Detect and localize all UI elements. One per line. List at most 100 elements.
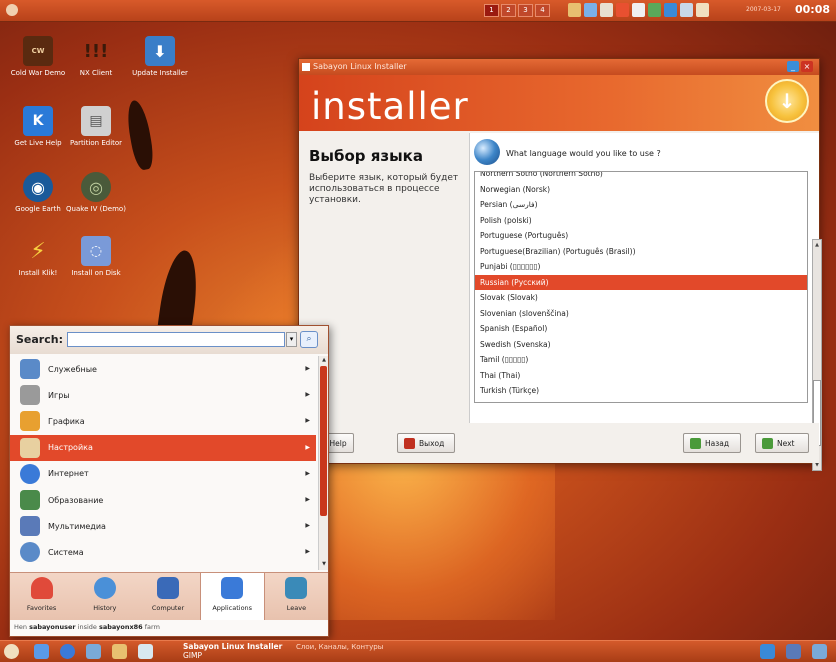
language-item[interactable]: Punjabi (▯▯▯▯▯▯) bbox=[475, 259, 807, 275]
tab-computer[interactable]: Computer bbox=[136, 573, 199, 620]
language-item[interactable]: Thai (Thai) bbox=[475, 368, 807, 384]
workspace-switcher: 1 2 3 4 bbox=[484, 4, 550, 17]
language-item[interactable]: Norwegian (Norsk) bbox=[475, 182, 807, 198]
language-item[interactable]: Persian (فارسی) bbox=[475, 197, 807, 213]
desktop-icon-cold-war[interactable]: CW Cold War Demo bbox=[8, 36, 68, 78]
menu-scroll-thumb[interactable] bbox=[320, 366, 327, 516]
menu-item-utilities[interactable]: Служебные ▶ bbox=[10, 356, 316, 382]
workspace-4[interactable]: 4 bbox=[535, 4, 550, 17]
menu-tab-bar: Favorites History Computer Applications … bbox=[10, 572, 328, 620]
tab-history[interactable]: History bbox=[73, 573, 136, 620]
desktop-icon-update-installer[interactable]: ⬇ Update Installer bbox=[130, 36, 190, 78]
wallpaper-leaf bbox=[124, 98, 156, 172]
browser-icon[interactable] bbox=[60, 644, 75, 659]
games-icon bbox=[20, 385, 40, 406]
exit-button[interactable]: Выход bbox=[397, 433, 455, 453]
tray-trash-icon[interactable] bbox=[812, 644, 827, 659]
multimedia-icon bbox=[20, 516, 40, 537]
desktop-icon-google-earth[interactable]: ◉ Google Earth bbox=[8, 172, 68, 214]
tray-kde-icon[interactable] bbox=[760, 644, 775, 659]
window-menu-icon[interactable] bbox=[302, 63, 310, 71]
package-icon[interactable] bbox=[112, 644, 127, 659]
tray-messenger-icon[interactable] bbox=[664, 3, 677, 17]
tray-audio-icon[interactable] bbox=[600, 3, 613, 17]
desktop-icon-install-klik[interactable]: ⚡ Install Klik! bbox=[8, 236, 68, 278]
language-item[interactable]: Northern Sotho (Northern Sotho) bbox=[475, 172, 807, 182]
tray-app-icon[interactable] bbox=[568, 3, 581, 17]
tray-keyboard-icon[interactable] bbox=[680, 3, 693, 17]
language-item[interactable]: Slovenian (slovenščina) bbox=[475, 306, 807, 322]
step-description: Выберите язык, который будет использоват… bbox=[309, 173, 459, 205]
google-earth-icon: ◉ bbox=[23, 172, 53, 202]
workspace-1[interactable]: 1 bbox=[484, 4, 499, 17]
back-button[interactable]: Назад bbox=[683, 433, 741, 453]
graphics-icon bbox=[20, 411, 40, 432]
language-list[interactable]: Northern Sotho (Northern Sotho) Norwegia… bbox=[474, 171, 808, 403]
workspace-2[interactable]: 2 bbox=[501, 4, 516, 17]
menu-item-system[interactable]: Система ▶ bbox=[10, 539, 316, 565]
language-item[interactable]: Swedish (Svenska) bbox=[475, 337, 807, 353]
menu-search-bar: Search: ▾ ⌕ bbox=[10, 326, 328, 354]
submenu-arrow-icon: ▶ bbox=[305, 522, 310, 530]
menu-item-graphics[interactable]: Графика ▶ bbox=[10, 408, 316, 434]
tray-device-icon[interactable] bbox=[648, 3, 661, 17]
taskbar-task-installer[interactable]: Sabayon Linux Installer GIMP bbox=[183, 642, 282, 660]
search-history-dropdown[interactable]: ▾ bbox=[286, 332, 297, 347]
clock-time[interactable]: 00:08 bbox=[795, 3, 830, 16]
menu-item-internet[interactable]: Интернет ▶ bbox=[10, 461, 316, 487]
tray-clipboard-icon[interactable] bbox=[632, 3, 645, 17]
language-item[interactable]: Slovak (Slovak) bbox=[475, 290, 807, 306]
taskbar-task-gimp-layers[interactable]: Слои, Каналы, Контуры bbox=[296, 643, 383, 651]
computer-icon bbox=[157, 577, 179, 599]
desktop-icon-nx-client[interactable]: !!! NX Client bbox=[66, 36, 126, 78]
desktop-icon-live-help[interactable]: K Get Live Help bbox=[8, 106, 68, 148]
start-menu-icon[interactable] bbox=[4, 644, 19, 659]
language-item[interactable]: Spanish (Español) bbox=[475, 321, 807, 337]
submenu-arrow-icon: ▶ bbox=[305, 443, 310, 451]
workspace-3[interactable]: 3 bbox=[518, 4, 533, 17]
search-icon[interactable]: ⌕ bbox=[300, 331, 318, 348]
language-item[interactable]: Portuguese (Português) bbox=[475, 228, 807, 244]
language-item[interactable]: Turkish (Türkçe) bbox=[475, 383, 807, 399]
language-pane: What language would you like to use ? No… bbox=[469, 133, 822, 471]
menu-item-education[interactable]: Образование ▶ bbox=[10, 487, 316, 513]
settings-icon bbox=[20, 437, 40, 458]
close-button[interactable]: × bbox=[801, 61, 813, 72]
utilities-icon bbox=[20, 359, 40, 380]
tray-save-icon[interactable] bbox=[786, 644, 801, 659]
tray-update-icon[interactable] bbox=[616, 3, 629, 17]
language-item[interactable]: Tamil (▯▯▯▯▯) bbox=[475, 352, 807, 368]
tab-applications[interactable]: Applications bbox=[199, 573, 265, 620]
sabayon-logo-icon[interactable] bbox=[6, 4, 18, 16]
show-desktop-icon[interactable] bbox=[34, 644, 49, 659]
scroll-down-arrow-icon[interactable]: ▼ bbox=[320, 561, 328, 569]
menu-scrollbar[interactable]: ▲ ▼ bbox=[318, 356, 328, 570]
window-titlebar[interactable]: Sabayon Linux Installer _ × bbox=[299, 59, 819, 75]
minimize-button[interactable]: _ bbox=[787, 61, 799, 72]
language-item-selected[interactable]: Russian (Русский) bbox=[475, 274, 807, 290]
language-item[interactable]: Polish (polski) bbox=[475, 213, 807, 229]
tray-network-icon[interactable] bbox=[584, 3, 597, 17]
media-icon[interactable] bbox=[138, 644, 153, 659]
scroll-up-arrow-icon[interactable]: ▲ bbox=[320, 357, 328, 365]
menu-item-settings[interactable]: Настройка ▶ bbox=[10, 434, 316, 461]
menu-category-list: Служебные ▶ Игры ▶ Графика ▶ Настройка ▶… bbox=[10, 356, 316, 566]
desktop-icon-partition-editor[interactable]: ▤ Partition Editor bbox=[66, 106, 126, 148]
nx-client-icon: !!! bbox=[83, 40, 109, 62]
applications-icon bbox=[221, 577, 244, 599]
terminal-icon[interactable] bbox=[86, 644, 101, 659]
desktop-icon-install-disk[interactable]: ◌ Install on Disk bbox=[66, 236, 126, 278]
application-menu: Search: ▾ ⌕ Служебные ▶ Игры ▶ Графика ▶… bbox=[9, 325, 329, 637]
menu-item-games[interactable]: Игры ▶ bbox=[10, 382, 316, 408]
tray-volume-icon[interactable] bbox=[696, 3, 709, 17]
language-item[interactable]: Portuguese(Brazilian) (Português (Brasil… bbox=[475, 244, 807, 260]
menu-item-multimedia[interactable]: Мультимедиа ▶ bbox=[10, 513, 316, 539]
desktop-icon-quake[interactable]: ◎ Quake IV (Demo) bbox=[66, 172, 126, 214]
tab-leave[interactable]: Leave bbox=[265, 573, 328, 620]
clock-icon bbox=[93, 577, 116, 599]
tab-favorites[interactable]: Favorites bbox=[10, 573, 73, 620]
quake-icon: ◎ bbox=[81, 172, 111, 202]
next-button[interactable]: Next bbox=[755, 433, 809, 453]
search-input[interactable] bbox=[67, 332, 285, 347]
scroll-up-arrow-icon[interactable]: ▲ bbox=[814, 242, 820, 248]
